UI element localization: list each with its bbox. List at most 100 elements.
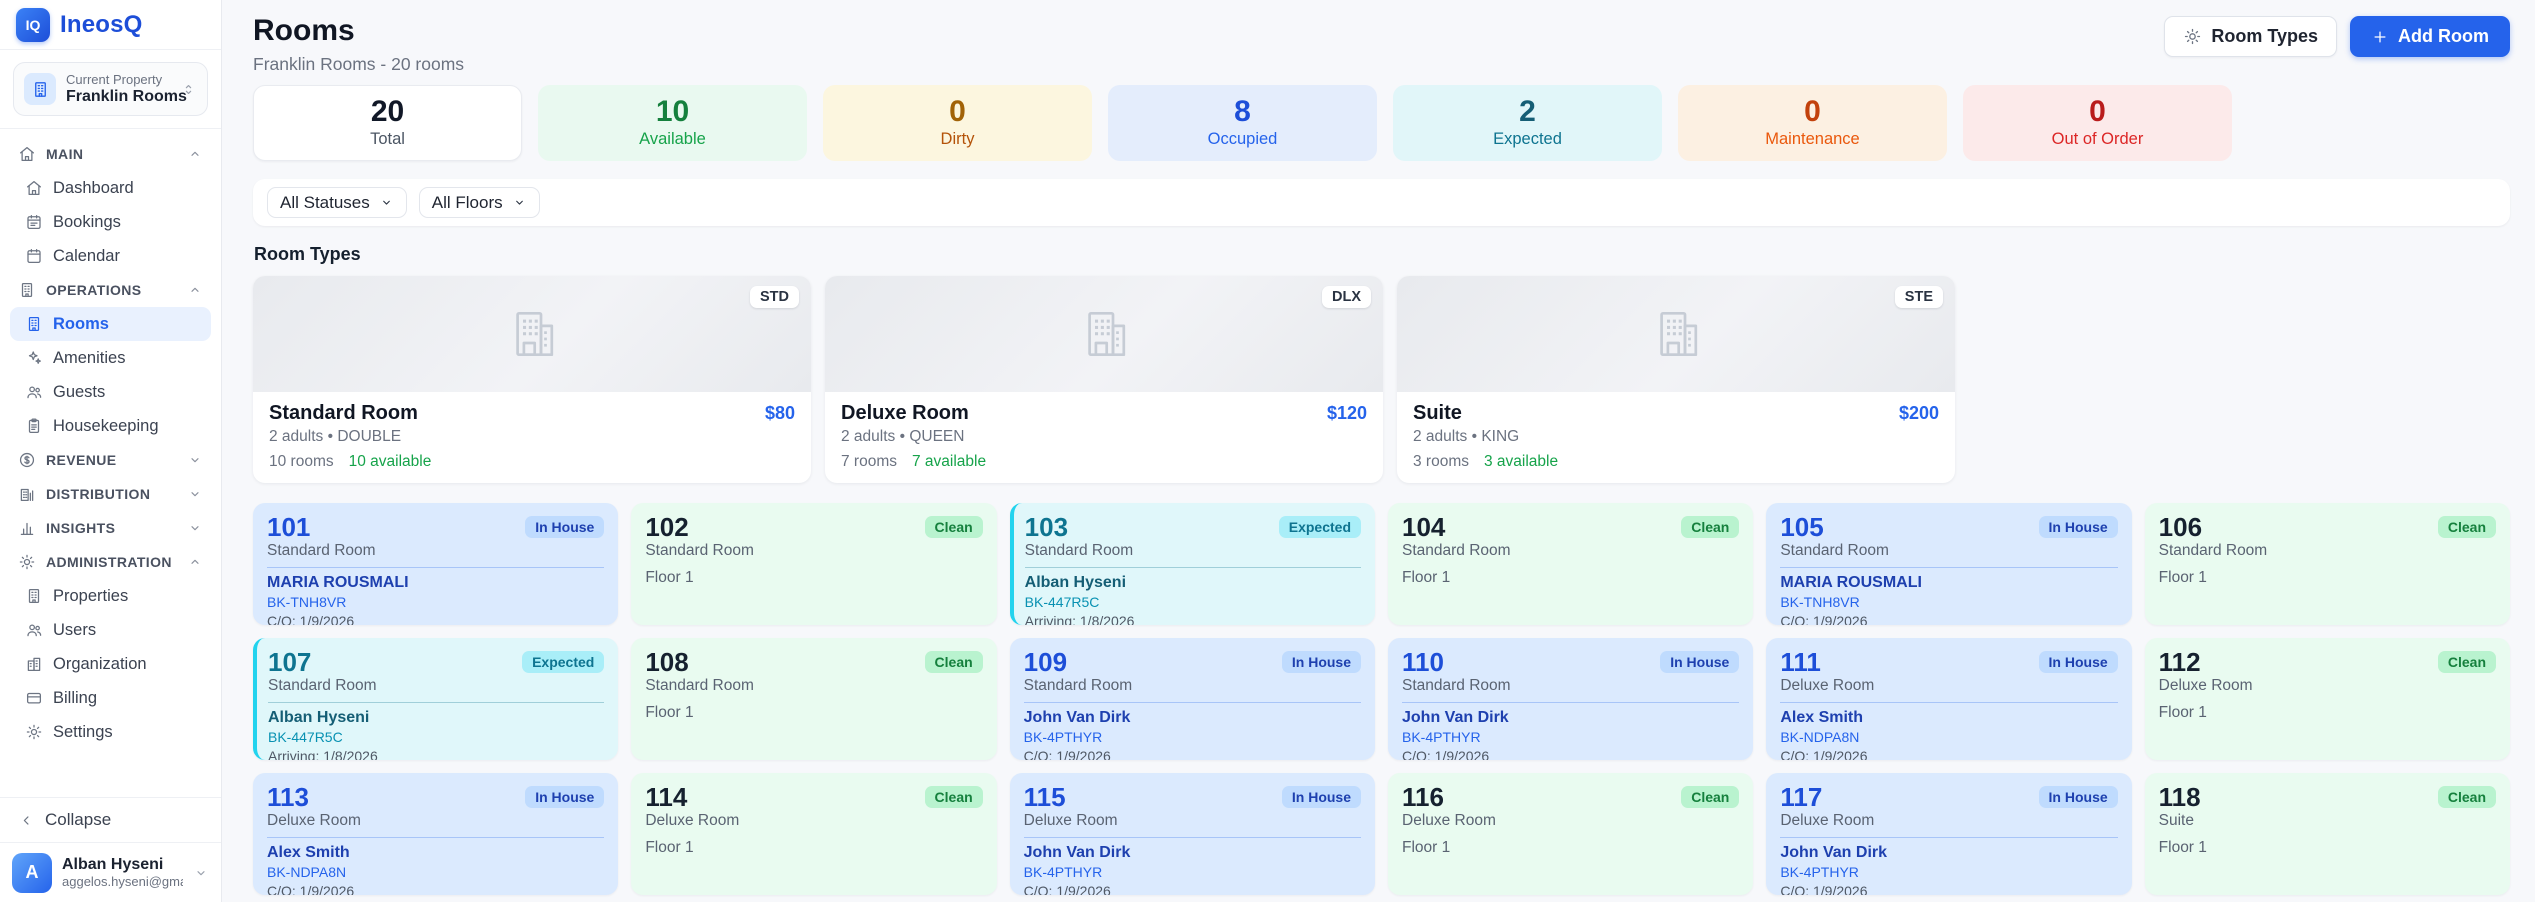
sidebar-item-dashboard[interactable]: Dashboard (10, 171, 211, 205)
nav-section-operations[interactable]: OPERATIONS (10, 273, 211, 307)
room-card-103[interactable]: 103ExpectedStandard RoomAlban HyseniBK-4… (1010, 503, 1375, 625)
user-menu[interactable]: A Alban Hyseni aggelos.hyseni@gmail.c... (0, 842, 221, 902)
page-header-titles: Rooms Franklin Rooms - 20 rooms (253, 14, 464, 75)
sidebar-item-label: Billing (53, 689, 97, 708)
room-card-104[interactable]: 104CleanStandard RoomFloor 1 (1388, 503, 1753, 625)
room-card-118[interactable]: 118CleanSuiteFloor 1 (2145, 773, 2510, 895)
room-card-117[interactable]: 117In HouseDeluxe RoomJohn Van DirkBK-4P… (1766, 773, 2131, 895)
room-card-107[interactable]: 107ExpectedStandard RoomAlban HyseniBK-4… (253, 638, 618, 760)
divider (1025, 567, 1361, 568)
status-filter-dropdown[interactable]: All Statuses (267, 187, 407, 218)
property-texts: Current Property Franklin Rooms (66, 72, 170, 106)
property-selector[interactable]: Current Property Franklin Rooms (13, 62, 208, 116)
sidebar-item-calendar[interactable]: Calendar (10, 239, 211, 273)
room-type-card-dlx[interactable]: DLXDeluxe Room$1202 adults • QUEEN7 room… (825, 276, 1383, 483)
sidebar-item-label: Rooms (53, 315, 109, 334)
room-type-label: Standard Room (268, 677, 604, 695)
stat-label: Expected (1493, 130, 1562, 149)
sidebar-item-properties[interactable]: Properties (10, 579, 211, 613)
sidebar-item-label: Housekeeping (53, 417, 159, 436)
room-card-116[interactable]: 116CleanDeluxe RoomFloor 1 (1388, 773, 1753, 895)
room-type-card-ste[interactable]: STESuite$2002 adults • KING3 rooms3 avai… (1397, 276, 1955, 483)
room-card-109[interactable]: 109In HouseStandard RoomJohn Van DirkBK-… (1010, 638, 1375, 760)
room-card-110[interactable]: 110In HouseStandard RoomJohn Van DirkBK-… (1388, 638, 1753, 760)
org-icon (25, 655, 43, 673)
nav-section-revenue[interactable]: REVENUE (10, 443, 211, 477)
sidebar-item-rooms[interactable]: Rooms (10, 307, 211, 341)
sidebar-item-housekeeping[interactable]: Housekeeping (10, 409, 211, 443)
room-types-button[interactable]: Room Types (2164, 16, 2337, 57)
floor-filter-dropdown[interactable]: All Floors (419, 187, 540, 218)
stats-row: 20Total10Available0Dirty8Occupied2Expect… (253, 85, 2510, 161)
stat-label: Dirty (941, 130, 975, 149)
room-card-112[interactable]: 112CleanDeluxe RoomFloor 1 (2145, 638, 2510, 760)
sidebar-item-guests[interactable]: Guests (10, 375, 211, 409)
user-texts: Alban Hyseni aggelos.hyseni@gmail.c... (62, 856, 183, 889)
stat-card-maintenance: 0Maintenance (1678, 85, 1947, 161)
booking-code: BK-TNH8VR (1780, 594, 2117, 610)
room-status-badge: In House (2039, 516, 2118, 538)
add-room-button[interactable]: Add Room (2350, 16, 2510, 57)
room-card-106[interactable]: 106CleanStandard RoomFloor 1 (2145, 503, 2510, 625)
chevron-down-icon (187, 486, 203, 502)
floor-filter-value: All Floors (432, 193, 503, 213)
room-card-105[interactable]: 105In HouseStandard RoomMARIA ROUSMALIBK… (1766, 503, 2131, 625)
sidebar-item-settings[interactable]: Settings (10, 715, 211, 749)
room-type-image-placeholder: STD (253, 276, 811, 392)
room-type-available: 7 available (912, 453, 986, 471)
booking-code: BK-NDPA8N (267, 864, 604, 880)
rooms-grid: 101In HouseStandard RoomMARIA ROUSMALIBK… (253, 503, 2510, 902)
room-date: C/O: 1/9/2026 (1024, 748, 1361, 760)
clipboard-icon (25, 417, 43, 435)
room-card-108[interactable]: 108CleanStandard RoomFloor 1 (631, 638, 996, 760)
room-floor: Floor 1 (2159, 839, 2496, 857)
sidebar-item-bookings[interactable]: Bookings (10, 205, 211, 239)
nav-section-distribution[interactable]: DISTRIBUTION (10, 477, 211, 511)
property-name: Franklin Rooms (66, 88, 170, 106)
sidebar-item-billing[interactable]: Billing (10, 681, 211, 715)
sidebar-item-label: Dashboard (53, 179, 134, 198)
nav-section-insights[interactable]: INSIGHTS (10, 511, 211, 545)
guest-name: MARIA ROUSMALI (1780, 574, 2117, 592)
room-card-111[interactable]: 111In HouseDeluxe RoomAlex SmithBK-NDPA8… (1766, 638, 2131, 760)
collapse-button[interactable]: Collapse (0, 797, 221, 842)
room-type-label: Deluxe Room (1780, 812, 2117, 830)
room-type-info: Standard Room$802 adults • DOUBLE10 room… (253, 392, 811, 483)
room-number: 106 (2159, 513, 2202, 541)
room-status-badge: Clean (1681, 516, 1739, 538)
booking-code: BK-4PTHYR (1024, 729, 1361, 745)
room-card-115[interactable]: 115In HouseDeluxe RoomJohn Van DirkBK-4P… (1010, 773, 1375, 895)
room-card-102[interactable]: 102CleanStandard RoomFloor 1 (631, 503, 996, 625)
room-types-button-label: Room Types (2211, 26, 2318, 47)
divider (1780, 837, 2117, 838)
sparkles-icon (25, 349, 43, 367)
booking-code: BK-NDPA8N (1780, 729, 2117, 745)
nav-section-main[interactable]: MAIN (10, 137, 211, 171)
room-type-label: Standard Room (267, 542, 604, 560)
filter-bar: All Statuses All Floors (253, 179, 2510, 226)
sidebar-item-amenities[interactable]: Amenities (10, 341, 211, 375)
room-type-label: Deluxe Room (1402, 812, 1739, 830)
room-number: 112 (2159, 648, 2201, 676)
room-status-badge: In House (1282, 651, 1361, 673)
sidebar-item-organization[interactable]: Organization (10, 647, 211, 681)
room-type-meta: 2 adults • KING (1413, 428, 1939, 446)
room-type-price: $200 (1899, 403, 1939, 424)
room-type-name: Suite (1413, 402, 1462, 425)
gear-icon (18, 553, 36, 571)
room-type-card-std[interactable]: STDStandard Room$802 adults • DOUBLE10 r… (253, 276, 811, 483)
stat-label: Total (370, 130, 405, 149)
sidebar-item-users[interactable]: Users (10, 613, 211, 647)
nav-section-label: INSIGHTS (46, 520, 115, 536)
room-floor: Floor 1 (2159, 569, 2496, 587)
stat-value: 8 (1234, 97, 1251, 127)
app-logo: IQ IneosQ (0, 0, 221, 50)
room-card-101[interactable]: 101In HouseStandard RoomMARIA ROUSMALIBK… (253, 503, 618, 625)
plus-icon (2371, 28, 2389, 46)
room-card-113[interactable]: 113In HouseDeluxe RoomAlex SmithBK-NDPA8… (253, 773, 618, 895)
guest-name: John Van Dirk (1780, 844, 2117, 862)
room-card-114[interactable]: 114CleanDeluxe RoomFloor 1 (631, 773, 996, 895)
stat-card-total: 20Total (253, 85, 522, 161)
home-icon (25, 179, 43, 197)
nav-section-administration[interactable]: ADMINISTRATION (10, 545, 211, 579)
